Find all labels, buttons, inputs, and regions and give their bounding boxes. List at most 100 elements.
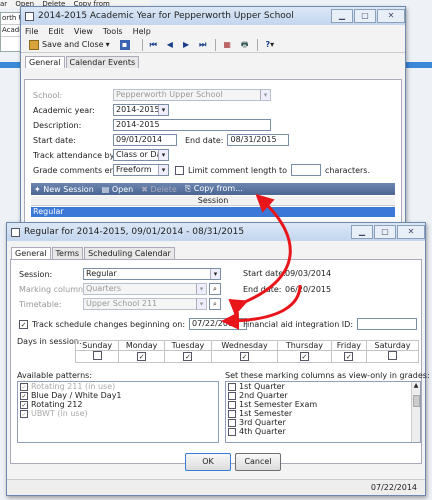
marking-column-item[interactable]: 4th Quarter (226, 427, 420, 436)
session-select[interactable]: Regular ▾ (83, 268, 221, 280)
marking-column-checkbox[interactable] (228, 409, 236, 418)
chevron-down-icon: ▾ (270, 40, 275, 49)
academic-year-window: 2014-2015 Academic Year for Pepperworth … (20, 6, 406, 246)
track-attendance-select[interactable]: Class or Day ▾ (113, 149, 169, 161)
scroll-up-icon[interactable]: ▲ (412, 382, 420, 389)
marking-column-item[interactable]: 1st Semester Exam (226, 400, 420, 409)
pattern-checkbox[interactable]: ✓ (20, 400, 28, 409)
copy-from-button[interactable]: ⎘ Copy from... (185, 184, 243, 194)
day-header: Thursday (277, 340, 332, 351)
floppy-icon: ▪ (119, 39, 130, 50)
marking-column-item[interactable]: 2nd Quarter (226, 391, 420, 400)
close-button[interactable]: ✕ (377, 9, 405, 23)
description-input[interactable]: 2014-2015 (113, 119, 271, 131)
start-date-input[interactable]: 09/01/2014 (113, 134, 177, 146)
save-and-close-button[interactable]: Save and Close ▾ (25, 38, 114, 51)
status-bar: 07/22/2014 (7, 479, 425, 495)
pattern-checkbox[interactable]: ✓ (20, 382, 28, 391)
menu-tools[interactable]: Tools (103, 27, 123, 36)
patterns-list[interactable]: ✓ Rotating 211 (in use) ✓ Blue Day / White … (17, 381, 219, 443)
maximize-button[interactable]: ▢ (354, 9, 376, 23)
pattern-item[interactable]: ✓ Rotating 211 (in use) (18, 382, 218, 391)
tab-calendar-events[interactable]: Calendar Events (65, 56, 140, 68)
chevron-down-icon: ▾ (260, 90, 270, 100)
minimize-button[interactable]: ▁ (351, 225, 373, 239)
menu-view[interactable]: View (74, 27, 93, 36)
marking-column-checkbox[interactable] (228, 418, 236, 427)
marking-column-item[interactable]: 1st Quarter (226, 382, 420, 391)
day-checkbox[interactable]: ✓ (137, 352, 147, 361)
tab-general[interactable]: General (11, 247, 51, 259)
new-icon: ✦ (34, 184, 41, 194)
marking-view-only-label: Set these marking columns as view-only i… (225, 371, 430, 380)
separator (215, 38, 217, 51)
search-icon[interactable]: ⌕ (209, 298, 221, 310)
menu-help[interactable]: Help (133, 27, 151, 36)
save-button[interactable]: ▪ (116, 38, 137, 51)
bg-menu-item[interactable]: ar (0, 0, 7, 8)
cancel-button[interactable]: Cancel (235, 453, 281, 471)
separator (141, 38, 143, 51)
limit-comment-checkbox[interactable] (175, 165, 184, 175)
marking-column-item[interactable]: 1st Semester (226, 409, 420, 418)
first-record-button[interactable]: ⏮ (146, 38, 161, 51)
ok-button[interactable]: OK (185, 453, 231, 471)
search-icon[interactable]: ⌕ (209, 283, 221, 295)
menu-edit[interactable]: Edit (48, 27, 64, 36)
tab-general[interactable]: General (25, 56, 65, 68)
day-checkbox[interactable]: ✓ (183, 352, 193, 361)
last-icon: ⏭ (199, 40, 207, 49)
maximize-button[interactable]: ▢ (374, 225, 396, 239)
pattern-item[interactable]: ✓ Rotating 212 (18, 400, 218, 409)
grade-comments-select[interactable]: Freeform ▾ (113, 164, 169, 176)
day-checkbox[interactable] (388, 351, 398, 360)
day-checkbox[interactable]: ✓ (240, 352, 250, 361)
minimize-button[interactable]: ▁ (331, 9, 353, 23)
tab-scheduling-calendar[interactable]: Scheduling Calendar (84, 247, 175, 259)
characters-label: characters. (325, 165, 371, 175)
next-record-button[interactable]: ▶ (179, 38, 193, 51)
pattern-item[interactable]: ✓ Blue Day / White Day1 (18, 391, 218, 400)
end-date-input[interactable]: 08/31/2015 (227, 134, 290, 146)
day-checkbox[interactable]: ✓ (299, 352, 309, 361)
marking-column-checkbox[interactable] (228, 382, 236, 391)
last-record-button[interactable]: ⏭ (195, 38, 210, 51)
marking-columns-list[interactable]: 1st Quarter 2nd Quarter 1st Semester Exam 1… (225, 381, 421, 443)
print-button[interactable]: 🖶 (237, 38, 253, 51)
scrollbar[interactable]: ▲ (411, 382, 420, 442)
new-session-button[interactable]: ✦ New Session (34, 185, 94, 194)
close-button[interactable]: ✕ (397, 225, 425, 239)
title-bar: Regular for 2014-2015, 09/01/2014 - 08/3… (7, 223, 425, 241)
financial-aid-input[interactable] (357, 318, 418, 330)
menu-file[interactable]: File (25, 27, 38, 36)
marking-columns-label: Marking columns: (19, 284, 90, 294)
marking-column-checkbox[interactable] (228, 427, 236, 436)
previous-record-button[interactable]: ◀ (163, 38, 177, 51)
session-row[interactable]: Regular (31, 207, 395, 217)
open-button[interactable]: ▤ Open (102, 185, 133, 194)
delete-button[interactable]: ✖ Delete (141, 185, 177, 194)
day-checkbox[interactable]: ✓ (344, 352, 354, 361)
marking-column-item[interactable]: 3rd Quarter (226, 418, 420, 427)
chevron-down-icon[interactable]: ▾ (106, 39, 110, 50)
grid-view-button[interactable]: ▦ (219, 38, 235, 51)
day-checkbox[interactable] (92, 351, 102, 360)
scroll-thumb[interactable] (412, 395, 420, 407)
marking-column-checkbox[interactable] (228, 391, 236, 400)
session-column-header[interactable]: Session (31, 196, 395, 206)
comment-length-input[interactable] (291, 164, 321, 176)
marking-column-checkbox[interactable] (228, 400, 236, 409)
day-header: Wednesday (210, 340, 279, 351)
pattern-checkbox[interactable]: ✓ (20, 391, 28, 400)
timetable-label: Timetable: (19, 299, 62, 309)
pattern-checkbox[interactable]: ✓ (20, 409, 28, 418)
day-header: Saturday (366, 340, 419, 351)
session-label: Session: (19, 269, 53, 279)
track-schedule-checkbox[interactable]: ✓ (19, 319, 28, 329)
pattern-item[interactable]: ✓ UBWT (in use) (18, 409, 218, 418)
academic-year-select[interactable]: 2014-2015 ▾ (113, 104, 169, 116)
help-button[interactable]: ? ▾ (261, 38, 278, 51)
track-schedule-date-input[interactable]: 07/22/2014 (189, 318, 248, 330)
school-label: School: (33, 90, 63, 100)
tab-terms[interactable]: Terms (51, 247, 84, 259)
